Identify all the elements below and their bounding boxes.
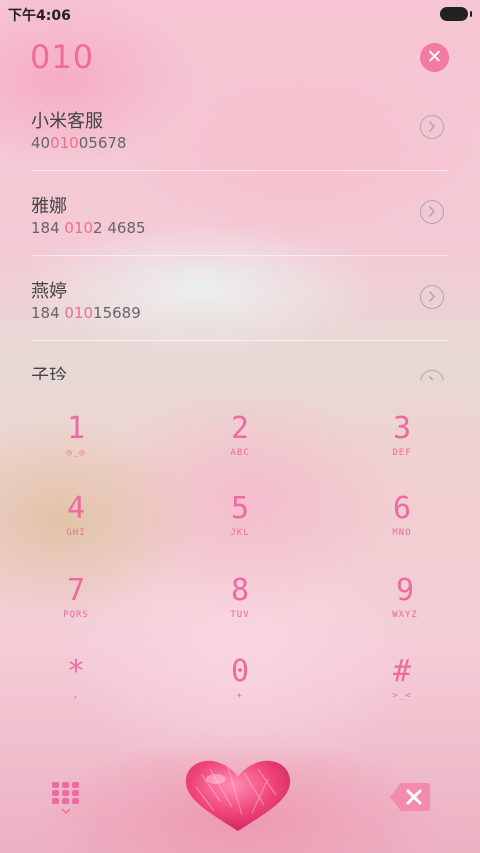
status-bar: 下午4:06 bbox=[0, 0, 480, 28]
contact-row[interactable]: 雅娜 184 0102 4685 bbox=[0, 171, 480, 256]
backspace-button[interactable] bbox=[389, 782, 431, 812]
contact-detail-button[interactable] bbox=[420, 370, 444, 380]
contact-number: 184 01015689 bbox=[31, 304, 141, 322]
key-6[interactable]: 6 MNO bbox=[347, 485, 457, 557]
chevron-right-icon bbox=[428, 205, 436, 218]
key-1[interactable]: 1 ◎_◎ bbox=[21, 405, 131, 477]
dial-keypad: 1 ◎_◎ 2 ABC 3 DEF 4 GHI 5 JKL 6 MNO 7 PQRS 8 TUV… bbox=[0, 405, 480, 735]
close-icon: ✕ bbox=[426, 46, 443, 68]
status-time: 下午4:06 bbox=[8, 8, 71, 24]
contact-number: 4001005678 bbox=[31, 134, 127, 152]
contact-suggestion-list: 小米客服 4001005678 雅娜 184 0102 4685 燕婷 184 … bbox=[0, 86, 480, 380]
key-2[interactable]: 2 ABC bbox=[185, 405, 295, 477]
clear-button[interactable]: ✕ bbox=[420, 43, 449, 72]
contact-detail-button[interactable] bbox=[420, 115, 444, 139]
key-5[interactable]: 5 JKL bbox=[185, 485, 295, 557]
key-star[interactable]: *, bbox=[21, 648, 131, 720]
match-highlight: 010 bbox=[50, 134, 79, 152]
battery-icon bbox=[440, 7, 472, 21]
contact-row[interactable]: 燕婷 184 01015689 bbox=[0, 256, 480, 341]
match-highlight: 010 bbox=[64, 219, 94, 237]
contact-name: 雅娜 bbox=[31, 196, 67, 217]
key-9[interactable]: 9 WXYZ bbox=[350, 567, 460, 639]
dialed-number: 010 bbox=[30, 38, 95, 76]
contact-name: 子玲 bbox=[31, 366, 67, 380]
backspace-icon bbox=[390, 783, 430, 811]
contact-name: 小米客服 bbox=[31, 111, 103, 132]
contact-name: 燕婷 bbox=[31, 281, 67, 302]
key-7[interactable]: 7 PQRS bbox=[21, 567, 131, 639]
contact-row[interactable]: 小米客服 4001005678 bbox=[0, 86, 480, 171]
keypad-grid-icon[interactable] bbox=[52, 782, 80, 816]
contact-row[interactable]: 子玲 bbox=[0, 341, 480, 380]
contact-detail-button[interactable] bbox=[420, 285, 444, 309]
chevron-right-icon bbox=[428, 375, 434, 380]
key-8[interactable]: 8 TUV bbox=[185, 567, 295, 639]
chevron-right-icon bbox=[428, 290, 436, 303]
heart-call-icon bbox=[185, 760, 291, 831]
key-4[interactable]: 4 GHI bbox=[21, 485, 131, 557]
chevron-right-icon bbox=[428, 120, 436, 133]
contact-detail-button[interactable] bbox=[420, 200, 444, 224]
key-hash[interactable]: # >_< bbox=[347, 648, 457, 720]
contact-number: 184 0102 4685 bbox=[31, 219, 146, 237]
match-highlight: 010 bbox=[64, 304, 94, 322]
key-0[interactable]: 0 + bbox=[185, 648, 295, 720]
call-button[interactable] bbox=[180, 755, 296, 835]
key-3[interactable]: 3 DEF bbox=[347, 405, 457, 477]
